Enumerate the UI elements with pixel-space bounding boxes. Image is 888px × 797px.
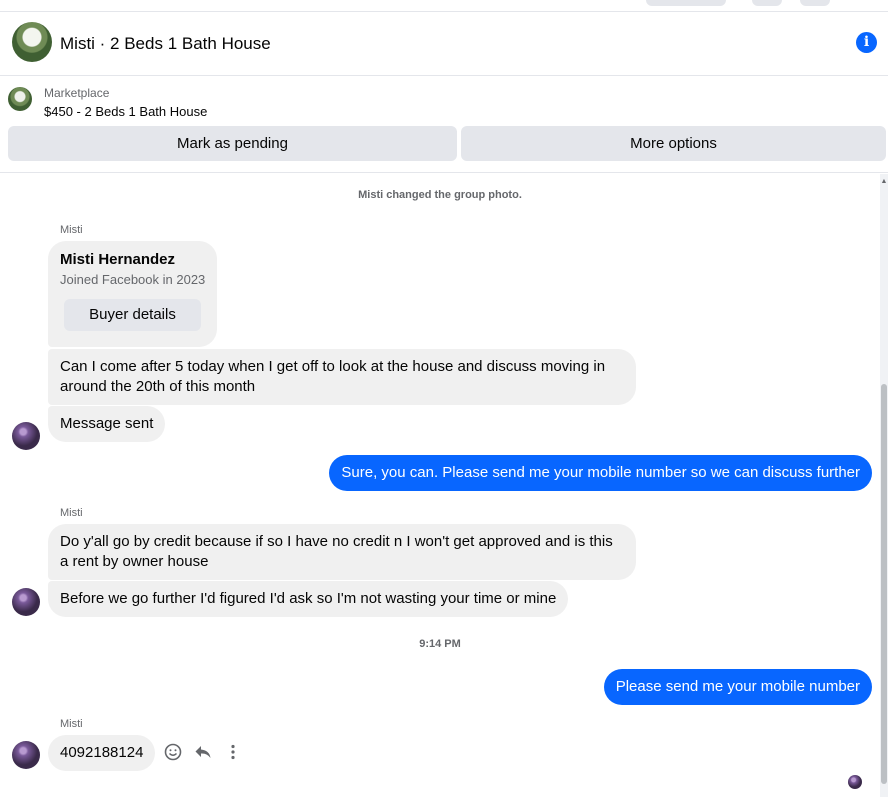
scroll-up-arrow-icon[interactable]: ▲ <box>880 178 888 185</box>
more-options-button[interactable]: More options <box>461 126 886 161</box>
buyer-details-button[interactable]: Buyer details <box>64 299 201 331</box>
sender-avatar[interactable] <box>12 588 40 616</box>
message-bubble-incoming[interactable]: Can I come after 5 today when I get off … <box>48 349 636 405</box>
group-avatar[interactable] <box>12 22 52 62</box>
message-bubble-outgoing[interactable]: Sure, you can. Please send me your mobil… <box>329 455 872 491</box>
sender-avatar[interactable] <box>12 741 40 769</box>
system-message: Misti changed the group photo. <box>358 189 522 201</box>
buyer-joined-date: Joined Facebook in 2023 <box>60 272 206 287</box>
sender-name: Misti <box>60 507 83 519</box>
info-icon[interactable]: i <box>856 32 877 53</box>
scrollbar-thumb[interactable] <box>881 384 887 784</box>
top-bar-element <box>752 0 782 6</box>
seen-avatar <box>848 775 862 789</box>
chat-scrollbar[interactable]: ▲ <box>880 174 888 797</box>
conversation-header: Misti · 2 Beds 1 Bath House i <box>0 12 888 76</box>
message-bubble-outgoing[interactable]: Please send me your mobile number <box>603 669 872 705</box>
conversation-title[interactable]: Misti · 2 Beds 1 Bath House <box>60 34 271 54</box>
message-bubble-incoming[interactable]: 4092188124 <box>48 735 156 771</box>
message-bubble-incoming[interactable]: Message sent <box>48 406 166 442</box>
top-bar-element <box>646 0 726 6</box>
sender-avatar[interactable] <box>12 422 40 450</box>
message-bubble-incoming[interactable]: Do y'all go by credit because if so I ha… <box>48 524 636 580</box>
sender-name: Misti <box>60 224 83 236</box>
listing-title[interactable]: $450 - 2 Beds 1 Bath House <box>44 104 207 119</box>
message-actions <box>163 740 243 764</box>
listing-source-label: Marketplace <box>44 86 110 100</box>
top-bar-element <box>800 0 830 6</box>
react-smiley-icon[interactable] <box>163 742 183 762</box>
top-bar-strip <box>0 0 888 12</box>
buyer-name: Misti Hernandez <box>60 251 176 268</box>
marketplace-listing-panel: Marketplace $450 - 2 Beds 1 Bath House M… <box>0 77 888 173</box>
mark-as-pending-button[interactable]: Mark as pending <box>8 126 457 161</box>
listing-thumbnail[interactable] <box>8 87 32 111</box>
reply-icon[interactable] <box>193 742 213 762</box>
sender-name: Misti <box>60 718 83 730</box>
more-vertical-icon[interactable] <box>223 742 243 762</box>
message-timestamp: 9:14 PM <box>419 638 461 650</box>
message-thread[interactable]: Misti changed the group photo. Misti Mis… <box>0 174 880 797</box>
message-bubble-incoming[interactable]: Before we go further I'd figured I'd ask… <box>48 581 569 617</box>
buyer-profile-card: Misti Hernandez Joined Facebook in 2023 … <box>48 241 217 347</box>
